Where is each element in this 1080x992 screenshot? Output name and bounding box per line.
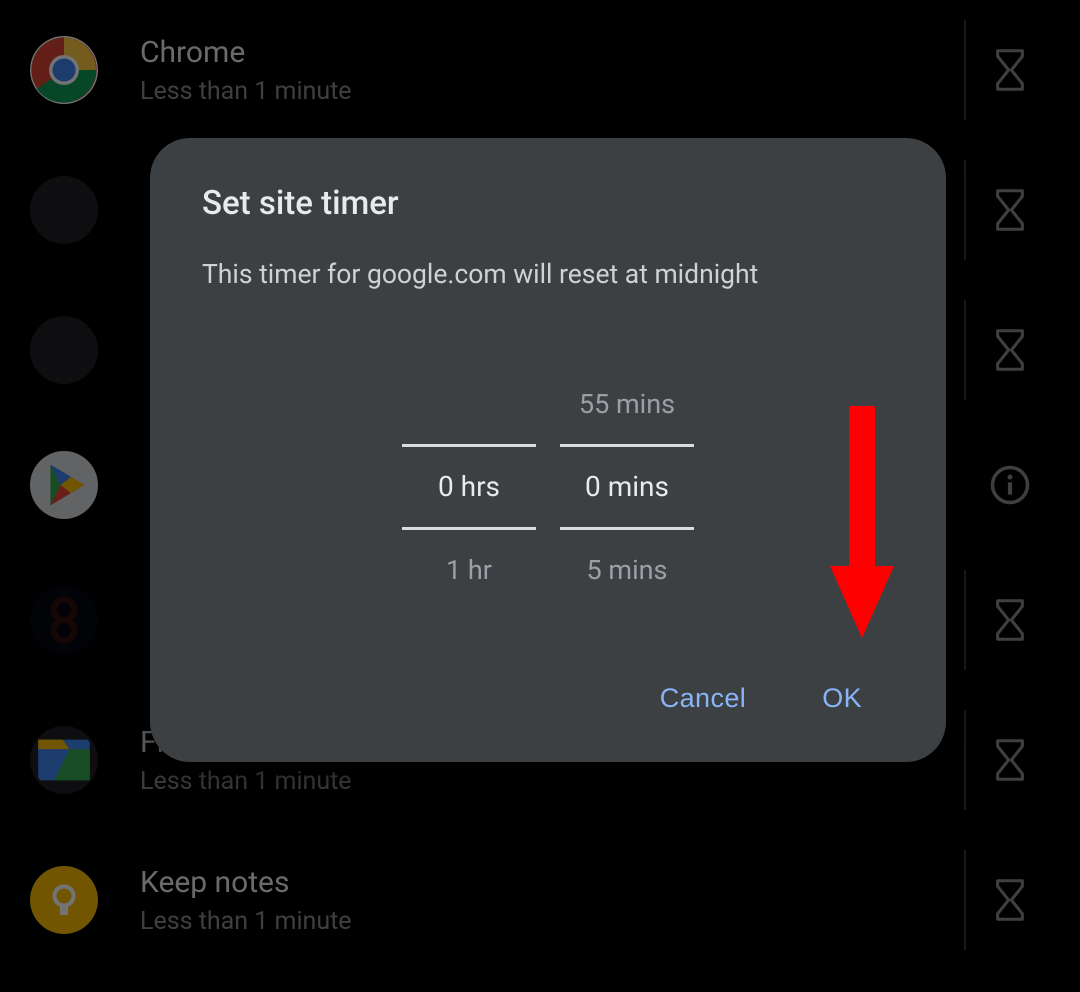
minutes-selected: 0 mins [585, 457, 669, 517]
picker-divider [402, 527, 536, 530]
dialog-message: This timer for google.com will reset at … [202, 257, 894, 293]
picker-divider [560, 444, 694, 447]
dialog-title: Set site timer [202, 184, 894, 223]
time-picker: 0 hrs 1 hr 55 mins 0 mins 5 mins [202, 301, 894, 673]
minutes-next: 5 mins [587, 540, 668, 600]
set-site-timer-dialog: Set site timer This timer for google.com… [150, 138, 946, 762]
minutes-picker[interactable]: 55 mins 0 mins 5 mins [560, 374, 694, 600]
picker-divider [560, 527, 694, 530]
dialog-actions: Cancel OK [202, 673, 894, 732]
hours-next: 1 hr [446, 540, 492, 600]
hours-picker[interactable]: 0 hrs 1 hr [402, 374, 536, 600]
cancel-button[interactable]: Cancel [646, 673, 760, 724]
ok-button[interactable]: OK [808, 673, 876, 724]
screen: Chrome Less than 1 minute [0, 0, 1080, 992]
picker-divider [402, 444, 536, 447]
hours-selected: 0 hrs [438, 457, 500, 517]
minutes-prev: 55 mins [579, 374, 675, 434]
